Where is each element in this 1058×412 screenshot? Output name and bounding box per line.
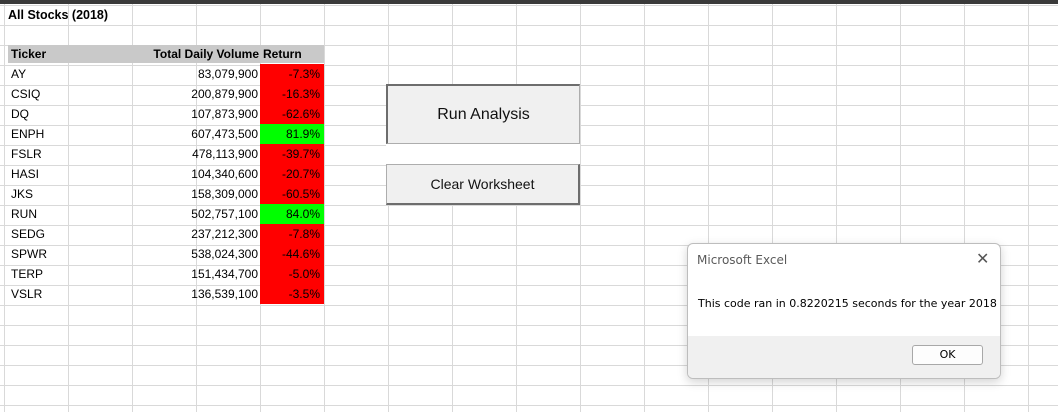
header-return: Return xyxy=(260,45,324,63)
table-row[interactable]: ENPH 607,473,500 81.9% xyxy=(8,124,324,144)
table-row[interactable]: SEDG 237,212,300 -7.8% xyxy=(8,224,324,244)
volume-cell[interactable]: 83,079,900 xyxy=(132,64,258,84)
return-cell[interactable]: -7.8% xyxy=(260,224,324,244)
button-gap xyxy=(386,144,580,164)
return-cell[interactable]: -60.5% xyxy=(260,184,324,204)
table-row[interactable]: RUN 502,757,100 84.0% xyxy=(8,204,324,224)
ticker-cell[interactable]: HASI xyxy=(11,164,39,184)
dialog-title: Microsoft Excel xyxy=(697,253,788,267)
volume-cell[interactable]: 607,473,500 xyxy=(132,124,258,144)
ticker-cell[interactable]: DQ xyxy=(11,104,29,124)
return-cell[interactable]: -7.3% xyxy=(260,64,324,84)
table-row[interactable]: HASI 104,340,600 -20.7% xyxy=(8,164,324,184)
volume-cell[interactable]: 107,873,900 xyxy=(132,104,258,124)
run-analysis-button[interactable]: Run Analysis xyxy=(386,84,580,144)
ticker-cell[interactable]: FSLR xyxy=(11,144,42,164)
ticker-cell[interactable]: JKS xyxy=(11,184,33,204)
ticker-cell[interactable]: VSLR xyxy=(11,284,42,304)
volume-cell[interactable]: 237,212,300 xyxy=(132,224,258,244)
volume-cell[interactable]: 158,309,000 xyxy=(132,184,258,204)
ticker-cell[interactable]: ENPH xyxy=(11,124,44,144)
return-cell[interactable]: -5.0% xyxy=(260,264,324,284)
table-row[interactable]: DQ 107,873,900 -62.6% xyxy=(8,104,324,124)
return-cell[interactable]: -16.3% xyxy=(260,84,324,104)
return-cell[interactable]: 81.9% xyxy=(260,124,324,144)
return-cell[interactable]: -62.6% xyxy=(260,104,324,124)
dialog-footer: OK xyxy=(688,336,1000,378)
return-cell[interactable]: -44.6% xyxy=(260,244,324,264)
volume-cell[interactable]: 200,879,900 xyxy=(132,84,258,104)
return-cell[interactable]: 84.0% xyxy=(260,204,324,224)
ticker-cell[interactable]: SPWR xyxy=(11,244,47,264)
ticker-cell[interactable]: AY xyxy=(11,64,26,84)
return-cell[interactable]: -39.7% xyxy=(260,144,324,164)
table-row[interactable]: TERP 151,434,700 -5.0% xyxy=(8,264,324,284)
table-row[interactable]: AY 83,079,900 -7.3% xyxy=(8,64,324,84)
table-row[interactable]: JKS 158,309,000 -60.5% xyxy=(8,184,324,204)
clear-worksheet-button[interactable]: Clear Worksheet xyxy=(386,164,580,205)
ticker-cell[interactable]: TERP xyxy=(11,264,43,284)
ticker-cell[interactable]: RUN xyxy=(11,204,37,224)
table-row[interactable]: VSLR 136,539,100 -3.5% xyxy=(8,284,324,304)
header-volume: Total Daily Volume xyxy=(132,45,260,63)
return-cell[interactable]: -20.7% xyxy=(260,164,324,184)
volume-cell[interactable]: 136,539,100 xyxy=(132,284,258,304)
return-cell[interactable]: -3.5% xyxy=(260,284,324,304)
ok-button[interactable]: OK xyxy=(912,345,983,365)
table-row[interactable]: CSIQ 200,879,900 -16.3% xyxy=(8,84,324,104)
table-row[interactable]: SPWR 538,024,300 -44.6% xyxy=(8,244,324,264)
volume-cell[interactable]: 538,024,300 xyxy=(132,244,258,264)
close-icon[interactable]: ✕ xyxy=(976,250,989,270)
header-ticker: Ticker xyxy=(8,45,132,63)
message-dialog: Microsoft Excel ✕ This code ran in 0.822… xyxy=(687,243,1001,379)
volume-cell[interactable]: 151,434,700 xyxy=(132,264,258,284)
volume-cell[interactable]: 478,113,900 xyxy=(132,144,258,164)
ticker-cell[interactable]: SEDG xyxy=(11,224,45,244)
sheet-title: All Stocks (2018) xyxy=(8,8,109,22)
volume-cell[interactable]: 104,340,600 xyxy=(132,164,258,184)
dialog-message: This code ran in 0.8220215 seconds for t… xyxy=(698,297,997,310)
table-row[interactable]: FSLR 478,113,900 -39.7% xyxy=(8,144,324,164)
volume-cell[interactable]: 502,757,100 xyxy=(132,204,258,224)
ticker-cell[interactable]: CSIQ xyxy=(11,84,40,104)
